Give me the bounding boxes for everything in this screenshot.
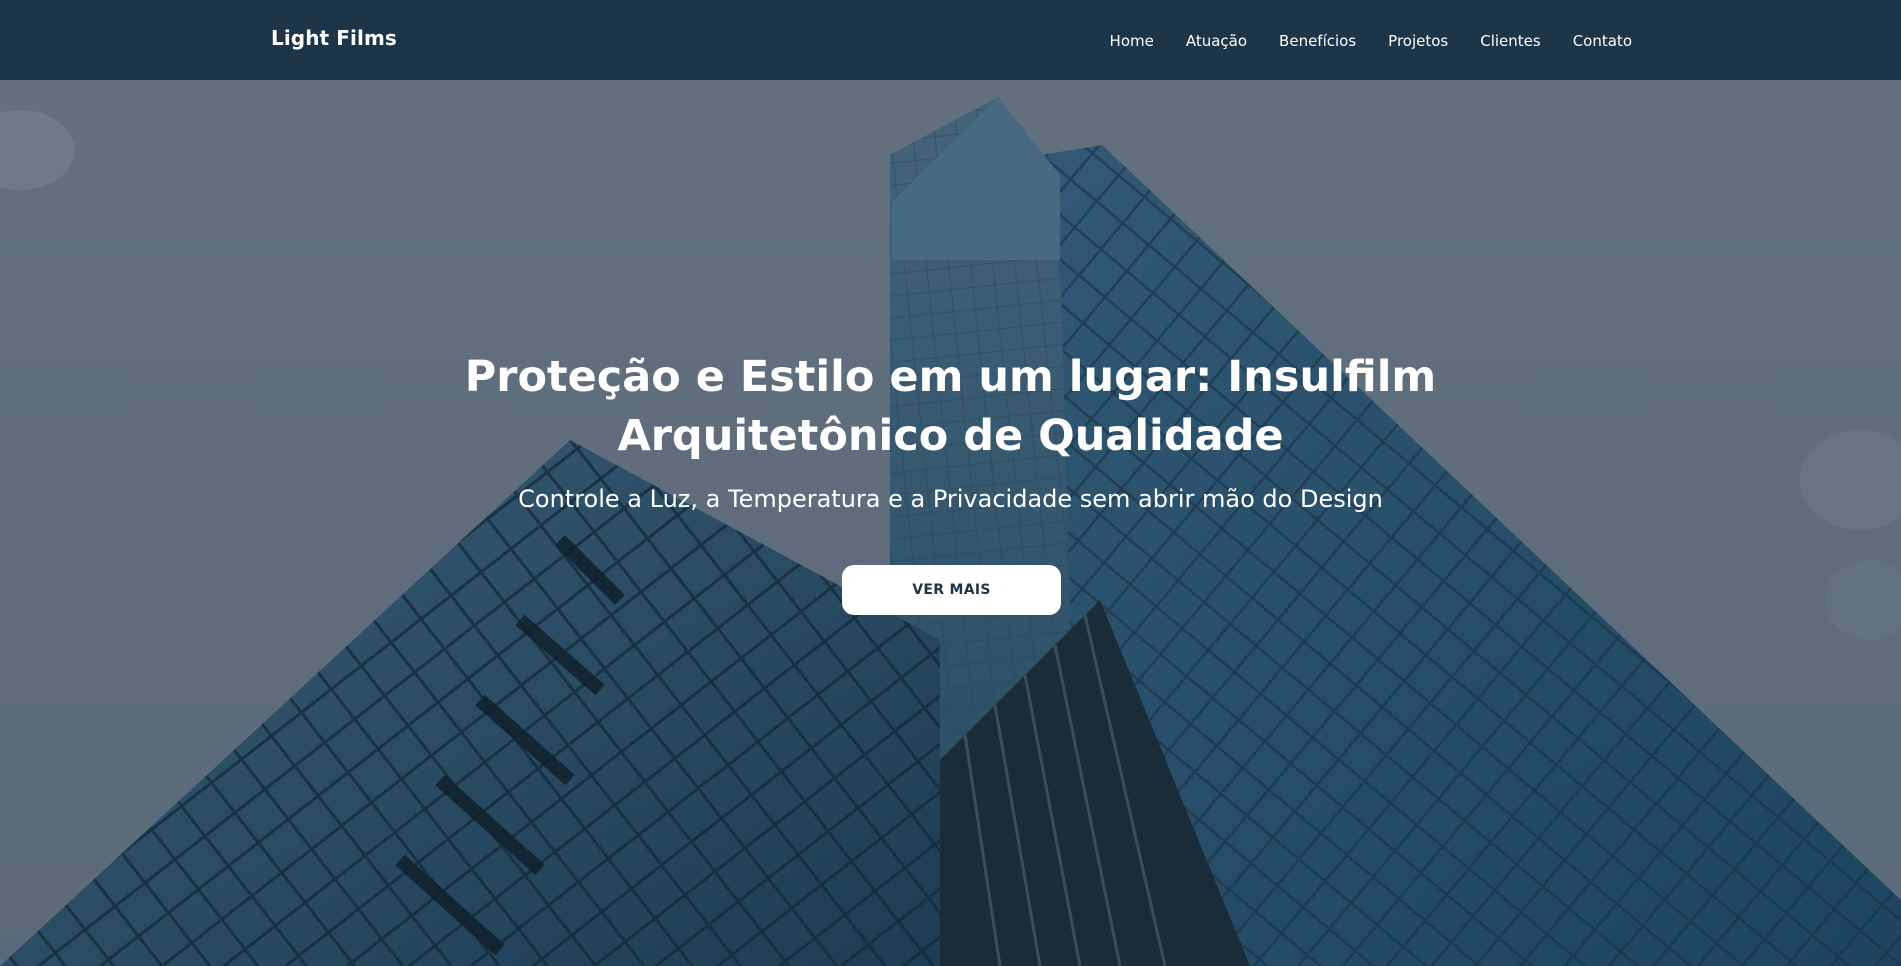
nav-link-home[interactable]: Home [1110,32,1154,50]
nav-link-projetos[interactable]: Projetos [1388,32,1448,50]
hero-section: Proteção e Estilo em um lugar: Insulfilm… [0,80,1901,966]
nav-item-beneficios: Benefícios [1279,32,1356,51]
nav-link-beneficios[interactable]: Benefícios [1279,32,1356,50]
nav-link-atuacao[interactable]: Atuação [1186,32,1247,50]
nav-item-clientes: Clientes [1480,32,1540,51]
hero-title: Proteção e Estilo em um lugar: Insulfilm… [464,352,1437,461]
main-nav: Home Atuação Benefícios Projetos Cliente… [1110,32,1632,51]
hero-subtitle: Controle a Luz, a Temperatura e a Privac… [518,485,1383,513]
nav-item-contato: Contato [1573,32,1632,51]
ver-mais-button[interactable]: VER MAIS [842,565,1061,615]
nav-link-contato[interactable]: Contato [1573,32,1632,50]
brand-logo[interactable]: Light Films [271,26,397,50]
nav-link-clientes[interactable]: Clientes [1480,32,1540,50]
navbar: Light Films Home Atuação Benefícios Proj… [0,0,1901,80]
nav-item-projetos: Projetos [1388,32,1448,51]
nav-item-atuacao: Atuação [1186,32,1247,51]
hero-overlay [0,80,1901,966]
nav-item-home: Home [1110,32,1154,51]
